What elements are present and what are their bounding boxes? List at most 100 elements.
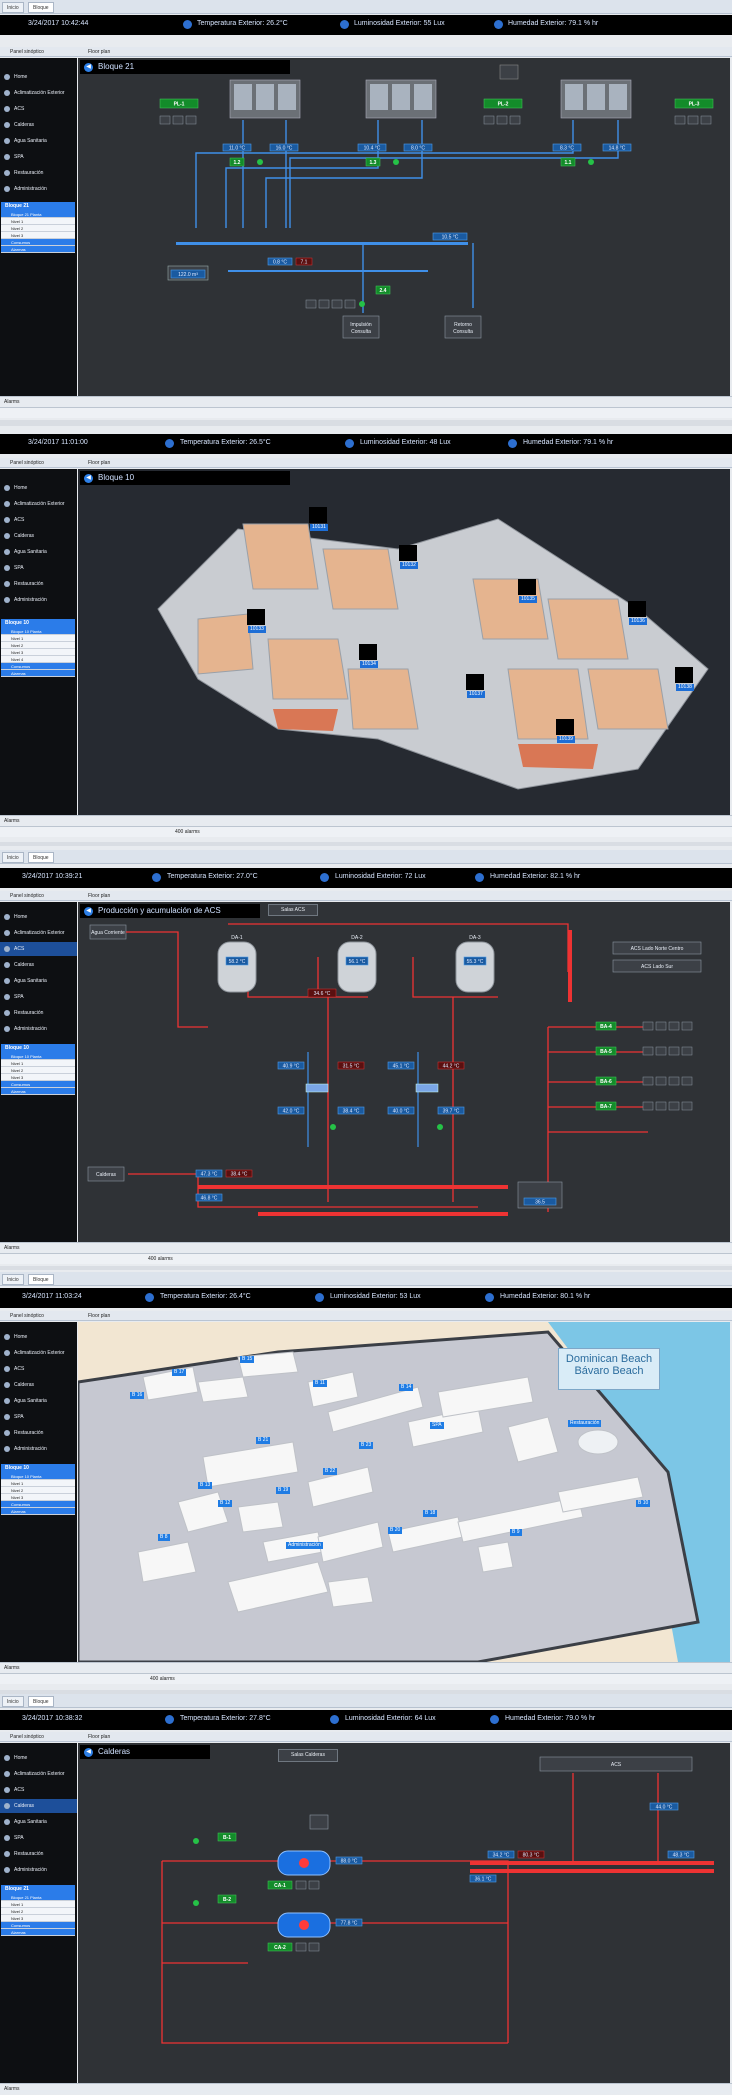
subitem[interactable]: Consumos (1, 1501, 75, 1508)
heat-exchanger-1[interactable] (305, 1083, 329, 1093)
building-label[interactable]: B 14 (399, 1384, 414, 1391)
nav-restauracion[interactable]: Restauración (0, 1426, 77, 1440)
room-label[interactable]: 10135 (519, 596, 537, 603)
subitem[interactable]: Alarmas (1, 1929, 75, 1936)
subitem[interactable]: Nivel 1 (1, 1901, 75, 1908)
subitem[interactable]: Bloque 10 Planta (1, 628, 75, 635)
pump-icon[interactable] (193, 1838, 199, 1844)
room-marker[interactable] (518, 579, 536, 595)
building-label[interactable]: B 16 (130, 1392, 145, 1399)
room-marker[interactable] (359, 644, 377, 660)
subitem[interactable]: Bloque 10 Planta (1, 1053, 75, 1060)
heat-exchanger-2[interactable] (415, 1083, 439, 1093)
nav-acs[interactable]: ACS (0, 1783, 77, 1797)
subitem[interactable]: Nivel 2 (1, 225, 75, 232)
pump-icon[interactable] (588, 159, 594, 165)
building-label[interactable]: B 10 (636, 1500, 651, 1507)
room-marker[interactable] (399, 545, 417, 561)
nav-aclimatizacion[interactable]: Aclimatización Exterior (0, 86, 77, 100)
boiler-ca2[interactable] (277, 1912, 331, 1938)
nav-home[interactable]: Home (0, 910, 77, 924)
building-label[interactable]: Restauración (568, 1420, 602, 1427)
tab-inicio[interactable]: Inicio (2, 1274, 24, 1285)
pump-icon[interactable] (257, 159, 263, 165)
nav-administracion[interactable]: Administración (0, 593, 77, 607)
room-label[interactable]: 10138 (676, 684, 694, 691)
subitem[interactable]: Consumos (1, 1922, 75, 1929)
nav-spa[interactable]: SPA (0, 1410, 77, 1424)
pump-icon[interactable] (393, 159, 399, 165)
alarm-count[interactable]: 400 alarms (175, 827, 200, 837)
nav-restauracion[interactable]: Restauración (0, 577, 77, 591)
nav-home[interactable]: Home (0, 70, 77, 84)
subitem[interactable]: Alarmas (1, 1088, 75, 1095)
tab-inicio[interactable]: Inicio (2, 852, 24, 863)
building-label[interactable]: B 22 (323, 1468, 338, 1475)
subitem[interactable]: Consumos (1, 1081, 75, 1088)
tank-da3[interactable]: 55.3 °C (455, 941, 495, 993)
nav-aclimatizacion[interactable]: Aclimatización Exterior (0, 1346, 77, 1360)
tab-bloque[interactable]: Bloque (28, 1274, 54, 1285)
nav-administracion[interactable]: Administración (0, 1442, 77, 1456)
subitem[interactable]: Nivel 1 (1, 635, 75, 642)
subitem[interactable]: Alarmas (1, 1508, 75, 1515)
building-label[interactable]: B 13 (198, 1482, 213, 1489)
bloque-selector[interactable]: Bloque 10 (1, 619, 75, 628)
subitem[interactable]: Nivel 2 (1, 1908, 75, 1915)
subitem[interactable]: Bloque 21 Planta (1, 211, 75, 218)
nav-agua[interactable]: Agua Sanitaria (0, 545, 77, 559)
nav-agua[interactable]: Agua Sanitaria (0, 1394, 77, 1408)
room-marker[interactable] (556, 719, 574, 735)
building-label[interactable]: B 23 (359, 1442, 374, 1449)
tab-bloque[interactable]: Bloque (28, 852, 54, 863)
room-label[interactable]: 10132 (400, 562, 418, 569)
nav-restauracion[interactable]: Restauración (0, 1847, 77, 1861)
tab-inicio[interactable]: Inicio (2, 1696, 24, 1707)
tank-da2[interactable]: 56.1 °C (337, 941, 377, 993)
nav-restauracion[interactable]: Restauración (0, 166, 77, 180)
nav-calderas[interactable]: Calderas (0, 118, 77, 132)
room-label[interactable]: 10136 (629, 618, 647, 625)
subitem[interactable]: Nivel 2 (1, 642, 75, 649)
building-label[interactable]: B 21 (256, 1437, 271, 1444)
subitem[interactable]: Nivel 2 (1, 1067, 75, 1074)
nav-aclimatizacion[interactable]: Aclimatización Exterior (0, 1767, 77, 1781)
subitem[interactable]: Nivel 1 (1, 1480, 75, 1487)
nav-restauracion[interactable]: Restauración (0, 1006, 77, 1020)
alarm-count[interactable]: 400 alarms (148, 1254, 173, 1264)
nav-calderas[interactable]: Calderas (0, 958, 77, 972)
nav-agua[interactable]: Agua Sanitaria (0, 974, 77, 988)
nav-aclimatizacion[interactable]: Aclimatización Exterior (0, 926, 77, 940)
boiler-ca1[interactable] (277, 1850, 331, 1876)
subitem[interactable]: Consumos (1, 239, 75, 246)
nav-home[interactable]: Home (0, 1330, 77, 1344)
room-label[interactable]: 10133 (248, 626, 266, 633)
nav-agua[interactable]: Agua Sanitaria (0, 1815, 77, 1829)
nav-spa[interactable]: SPA (0, 990, 77, 1004)
bloque-selector[interactable]: Bloque 10 (1, 1464, 75, 1473)
nav-spa[interactable]: SPA (0, 561, 77, 575)
subitem[interactable]: Nivel 3 (1, 649, 75, 656)
pump-icon[interactable] (330, 1124, 336, 1130)
nav-spa[interactable]: SPA (0, 150, 77, 164)
nav-calderas[interactable]: Calderas (0, 1378, 77, 1392)
subitem[interactable]: Alarmas (1, 670, 75, 677)
bloque-selector[interactable]: Bloque 21 (1, 202, 75, 211)
nav-home[interactable]: Home (0, 1751, 77, 1765)
subitem[interactable]: Nivel 2 (1, 1487, 75, 1494)
building-label[interactable]: B 19 (276, 1487, 291, 1494)
nav-acs[interactable]: ACS (0, 1362, 77, 1376)
subitem[interactable]: Bloque 21 Planta (1, 1894, 75, 1901)
nav-aclimatizacion[interactable]: Aclimatización Exterior (0, 497, 77, 511)
nav-calderas[interactable]: Calderas (0, 1799, 77, 1813)
alarm-count[interactable]: 400 alarms (150, 1674, 175, 1684)
building-label[interactable]: B 12 (218, 1500, 233, 1507)
building-label[interactable]: SPA (430, 1422, 444, 1429)
subitem[interactable]: Consumos (1, 663, 75, 670)
building-label[interactable]: B 17 (172, 1369, 187, 1376)
room-label[interactable]: 10137 (467, 691, 485, 698)
print-icon[interactable] (499, 64, 519, 80)
room-label[interactable]: 10139 (557, 736, 575, 743)
building-label[interactable]: B 15 (240, 1356, 255, 1363)
tab-bloque[interactable]: Bloque (28, 2, 54, 13)
